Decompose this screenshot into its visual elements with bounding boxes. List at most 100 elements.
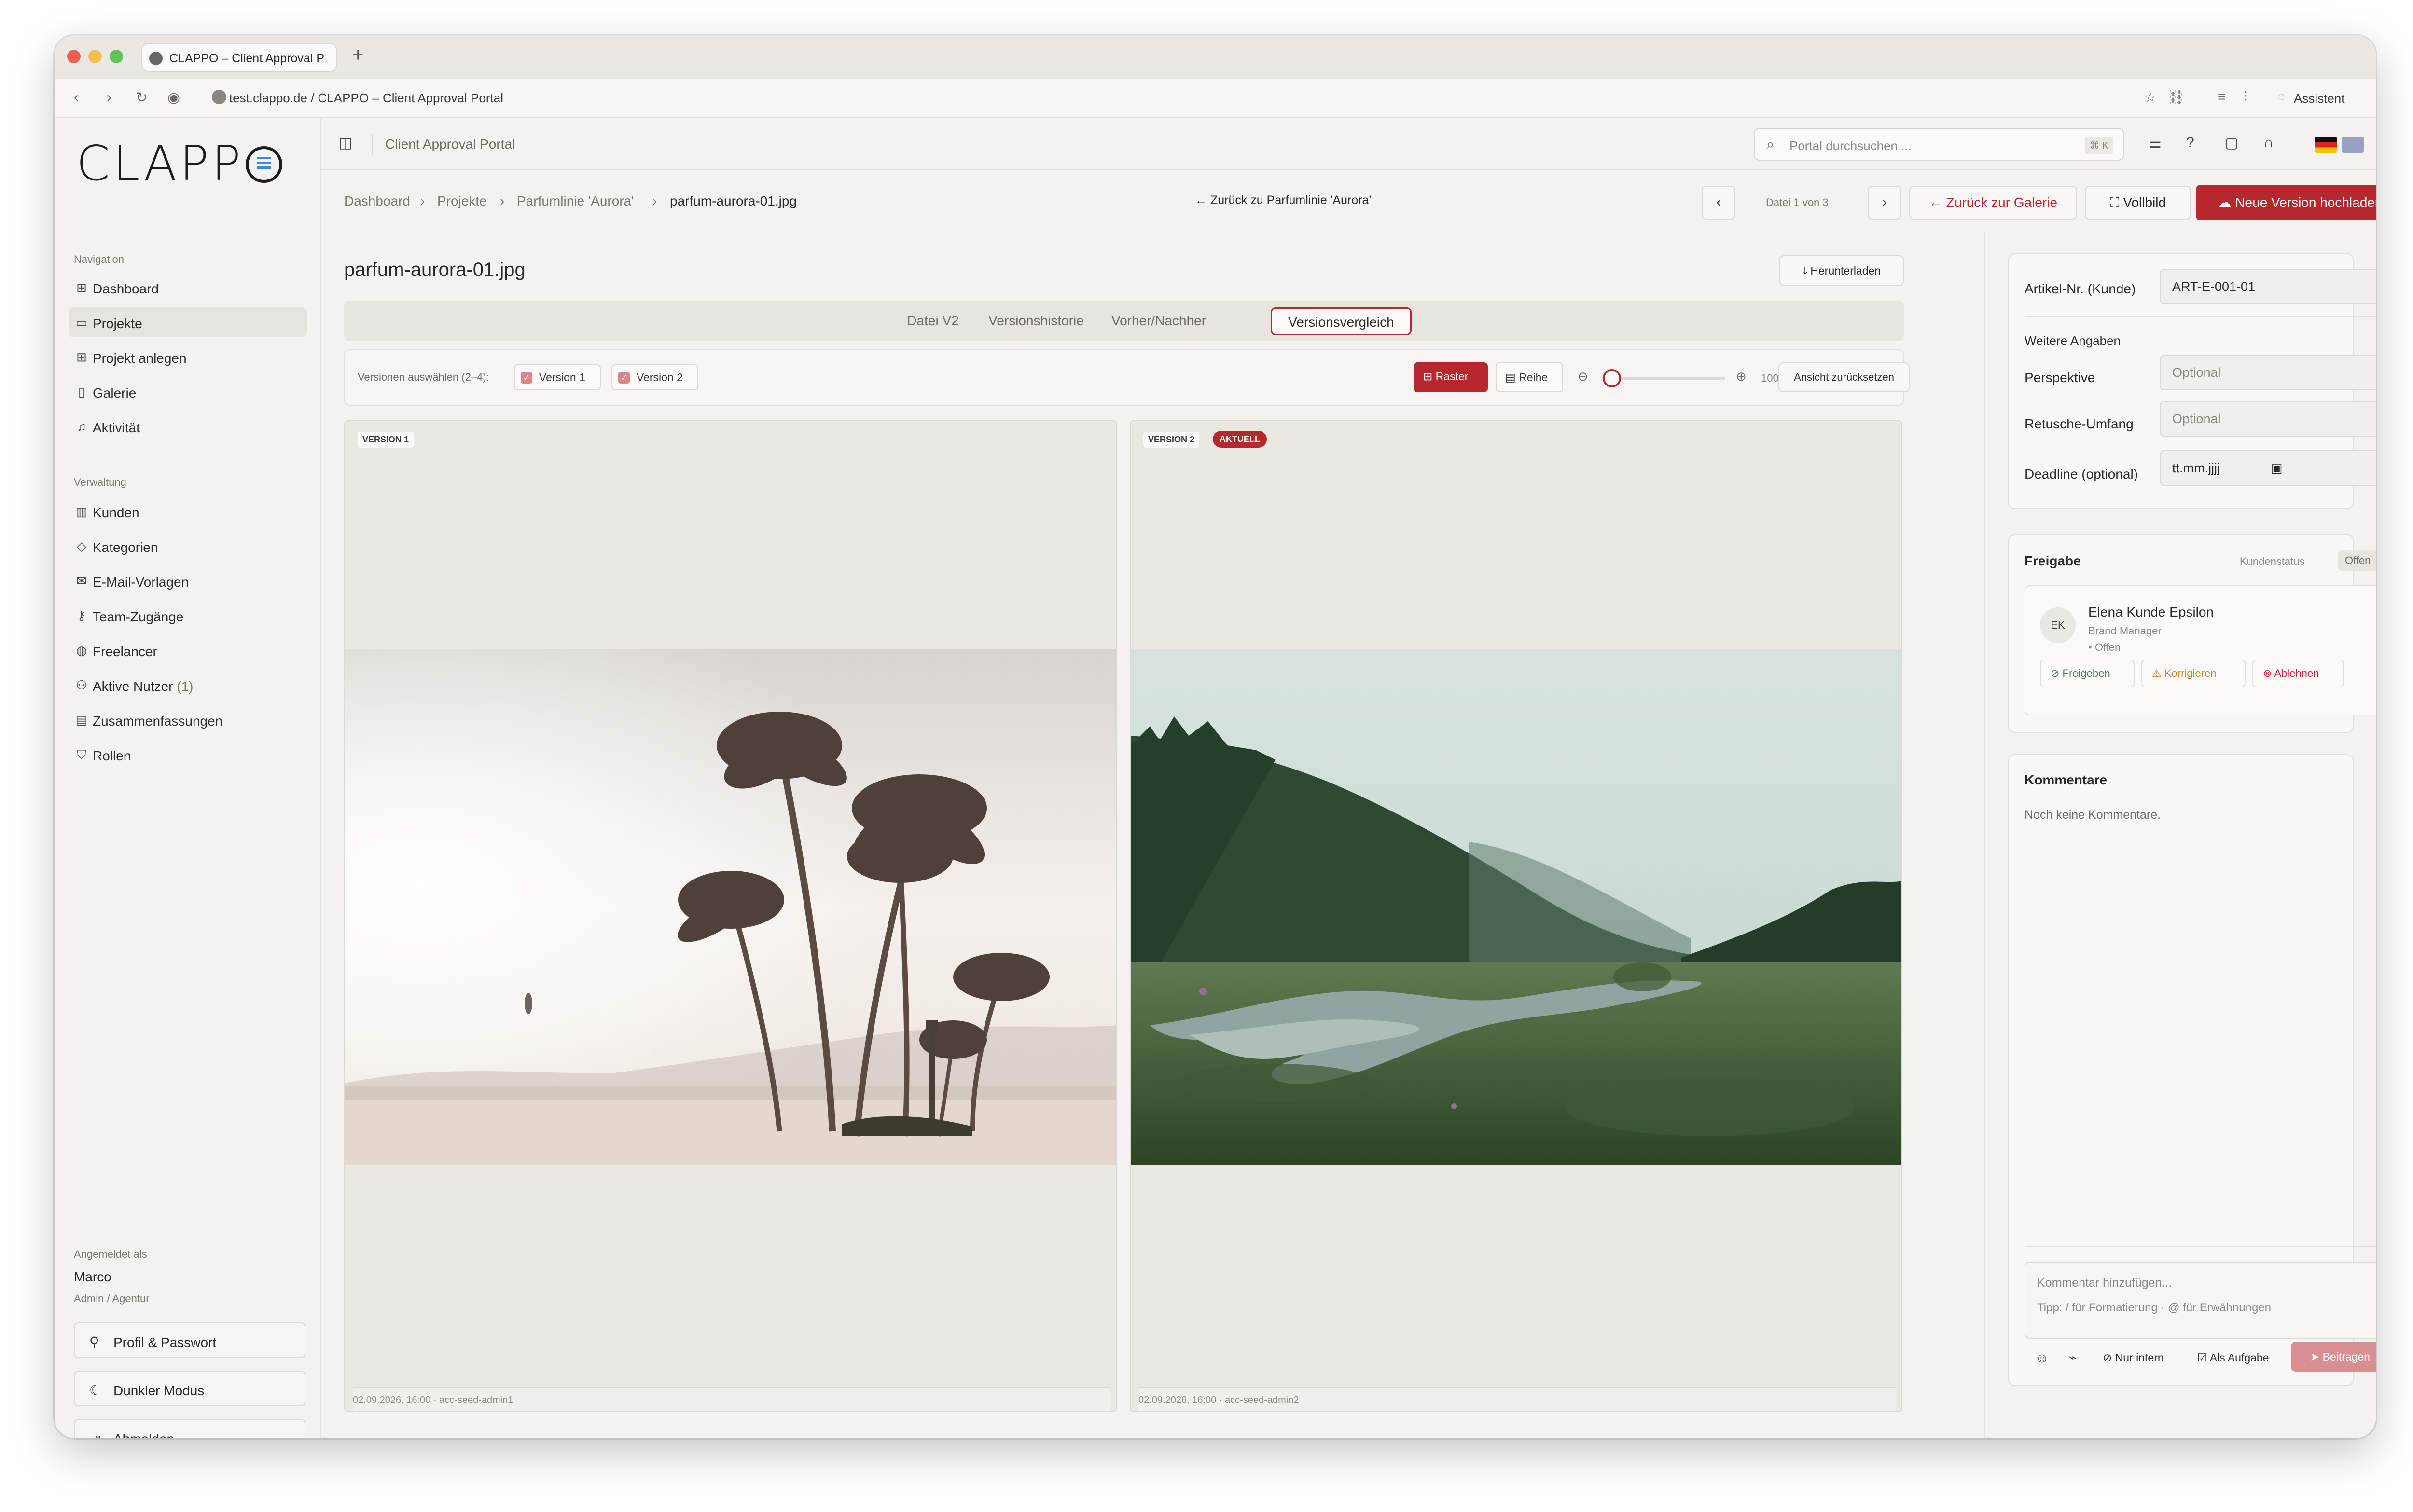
sidebar-item-kategorien[interactable]: ◇ Kategorien [69, 531, 307, 561]
help-icon[interactable]: ? [2186, 135, 2194, 151]
sliders-icon[interactable]: ⚌ [2149, 135, 2162, 151]
browser-tab[interactable]: CLAPPO – Client Approval P [141, 43, 337, 72]
grid-view-button[interactable]: ⊞ Raster [1414, 362, 1488, 392]
palette-icon: ◍ [76, 643, 87, 658]
reset-view-button[interactable]: Ansicht zurücksetzen [1778, 362, 1910, 392]
headset-icon[interactable]: ∩ [2263, 135, 2274, 151]
dark-mode-button[interactable]: ☾ Dunkler Modus [74, 1371, 305, 1406]
new-tab-button[interactable]: + [352, 43, 363, 67]
logout-icon: ⇥ [89, 1430, 100, 1438]
current-badge: AKTUELL [1213, 431, 1267, 448]
article-number-field[interactable]: ART-E-001-01 [2160, 269, 2376, 304]
details-panel: Artikel-Nr. (Kunde) ART-E-001-01 Weitere… [1984, 232, 2376, 1438]
uk-flag-icon[interactable] [2342, 137, 2364, 153]
version-1-image[interactable] [345, 649, 1116, 1165]
sidebar-item-freelancer[interactable]: ◍ Freelancer [69, 635, 307, 665]
previous-file-button[interactable]: ‹ [1702, 186, 1735, 220]
attachment-icon[interactable]: ⌁ [2069, 1349, 2077, 1365]
arrow-left-icon: ← [1928, 195, 1946, 210]
sidebar-item-projekt-anlegen[interactable]: ⊞ Projekt anlegen [69, 342, 307, 372]
version-2-meta: 02.09.2026, 16:00 · acc-seed-admin2 [1138, 1387, 1896, 1411]
assistant-button[interactable]: Assistent [2294, 91, 2345, 106]
search-icon: ⌕ [1766, 137, 1775, 152]
breadcrumb-project[interactable]: Parfumlinie 'Aurora' [517, 193, 634, 209]
forward-arrow-icon[interactable]: › [107, 89, 111, 106]
emoji-icon[interactable]: ☺ [2035, 1350, 2049, 1366]
avatar: EK [2040, 607, 2076, 643]
list-icon[interactable]: ≡ [2218, 89, 2225, 105]
sidebar-item-galerie[interactable]: ▯ Galerie [69, 377, 307, 407]
approve-button[interactable]: ⊘ Freigeben [2040, 660, 2135, 687]
upload-new-version-button[interactable]: ☁ Neue Version hochladen [2196, 185, 2376, 220]
version-2-checkbox[interactable]: ✓ Version 2 [611, 364, 698, 390]
tab-datei-v2[interactable]: Datei V2 [899, 307, 967, 335]
sidebar-item-dashboard[interactable]: ⊞ Dashboard [69, 273, 307, 302]
submit-comment-button[interactable]: ➤ Beitragen [2291, 1342, 2376, 1372]
fullscreen-button[interactable]: ⛶ Vollbild [2085, 186, 2191, 220]
sidebar-item-projekte[interactable]: ▭ Projekte [69, 307, 307, 337]
sidebar-item-email-vorlagen[interactable]: ✉ E-Mail-Vorlagen [69, 566, 307, 596]
version-1-checkbox[interactable]: ✓ Version 1 [514, 364, 601, 390]
reject-button[interactable]: ⊗ Ablehnen [2252, 660, 2344, 687]
comments-card: Kommentare Noch keine Kommentare. Kommen… [2008, 754, 2376, 1386]
sidebar-item-aktive-nutzer[interactable]: ⚇ Aktive Nutzer (1) [69, 670, 307, 700]
zoom-slider[interactable] [1609, 377, 1725, 380]
close-window-icon[interactable] [67, 50, 81, 63]
url-field[interactable]: test.clappo.de / CLAPPO – Client Approva… [212, 90, 503, 106]
retouch-field[interactable]: Optional [2160, 401, 2376, 437]
bell-icon: ♫ [77, 419, 86, 434]
tab-versionsvergleich[interactable]: Versionsvergleich [1271, 307, 1412, 335]
gallery-icon: ▯ [78, 385, 85, 399]
comments-title: Kommentare [2025, 772, 2108, 787]
cloud-upload-icon: ☁ [2218, 195, 2235, 210]
german-flag-icon[interactable] [2315, 137, 2337, 153]
download-button[interactable]: ⤓ Herunterladen [1779, 255, 1904, 286]
sidebar-item-aktivitaet[interactable]: ♫ Aktivität [69, 412, 307, 441]
internal-only-toggle[interactable]: ⊘ Nur intern [2103, 1351, 2164, 1364]
version-2-panel: VERSION 2 AKTUELL 02.09.2026, 16:00 · ac… [1130, 420, 1902, 1412]
bookmark-star-icon[interactable]: ☆ [2144, 89, 2156, 105]
tab-vorher-nachher[interactable]: Vorher/Nachher [1104, 307, 1214, 335]
sidebar-toggle-icon[interactable]: ◫ [339, 135, 352, 151]
reload-icon[interactable]: ↻ [136, 89, 148, 106]
sidebar-item-zusammenfassungen[interactable]: ▤ Zusammenfassungen [69, 705, 307, 735]
version-2-image[interactable] [1131, 649, 1901, 1165]
audio-icon[interactable]: ⫶ [2244, 89, 2247, 105]
tab-versionshistorie[interactable]: Versionshistorie [979, 307, 1093, 335]
app-logo[interactable]: CLAPP [76, 135, 282, 192]
search-input[interactable]: ⌕ Portal durchsuchen ... ⌘ K [1754, 128, 2124, 161]
maximize-window-icon[interactable] [110, 50, 123, 63]
next-file-button[interactable]: › [1868, 186, 1901, 220]
back-to-gallery-button[interactable]: ← Zurück zur Galerie [1909, 186, 2077, 220]
reviewer-role: Brand Manager [2088, 625, 2162, 637]
shield-icon: ⛉ [77, 747, 86, 762]
correct-button[interactable]: ⚠ Korrigieren [2141, 660, 2246, 687]
download-icon: ⤓ [1802, 264, 1811, 277]
sidebar-item-rollen[interactable]: ⛉ Rollen [69, 740, 307, 770]
row-view-button[interactable]: ▤ Reihe [1496, 362, 1563, 392]
breadcrumb-dashboard[interactable]: Dashboard [344, 193, 410, 209]
sidebar-item-team-zugaenge[interactable]: ⚷ Team-Zugänge [69, 601, 307, 631]
profile-password-button[interactable]: ⚲ Profil & Passwort [74, 1322, 305, 1358]
minimize-window-icon[interactable] [88, 50, 102, 63]
logout-button[interactable]: ⇥ Abmelden [74, 1419, 305, 1438]
back-arrow-icon[interactable]: ‹ [74, 89, 79, 106]
zoom-slider-handle[interactable] [1603, 369, 1621, 387]
microphone-icon[interactable]: ◉ [167, 89, 180, 106]
as-task-checkbox[interactable]: ☑ Als Aufgabe [2197, 1351, 2269, 1364]
link-icon[interactable]: ⛓ [2167, 89, 2185, 105]
back-to-project-link[interactable]: ← Zurück zu Parfumlinie 'Aurora' [1195, 193, 1371, 207]
assistant-icon[interactable]: ◌ [2277, 89, 2285, 104]
zoom-in-icon[interactable]: ⊕ [1736, 369, 1747, 384]
comment-input[interactable]: Kommentar hinzufügen... Tipp: / für Form… [2025, 1262, 2376, 1339]
breadcrumb-projekte[interactable]: Projekte [437, 193, 487, 209]
chat-icon[interactable]: ▢ [2225, 135, 2238, 151]
deadline-date-field[interactable]: tt.mm.jjjj ▣ [2160, 450, 2376, 486]
version-label: VERSION 2 [1143, 432, 1200, 448]
calendar-icon[interactable]: ▣ [2271, 451, 2283, 485]
site-info-icon[interactable] [212, 90, 226, 104]
perspective-field[interactable]: Optional [2160, 355, 2376, 390]
user-role: Admin / Agentur [74, 1292, 150, 1305]
zoom-out-icon[interactable]: ⊖ [1578, 369, 1588, 384]
sidebar-item-kunden[interactable]: ▥ Kunden [69, 496, 307, 526]
